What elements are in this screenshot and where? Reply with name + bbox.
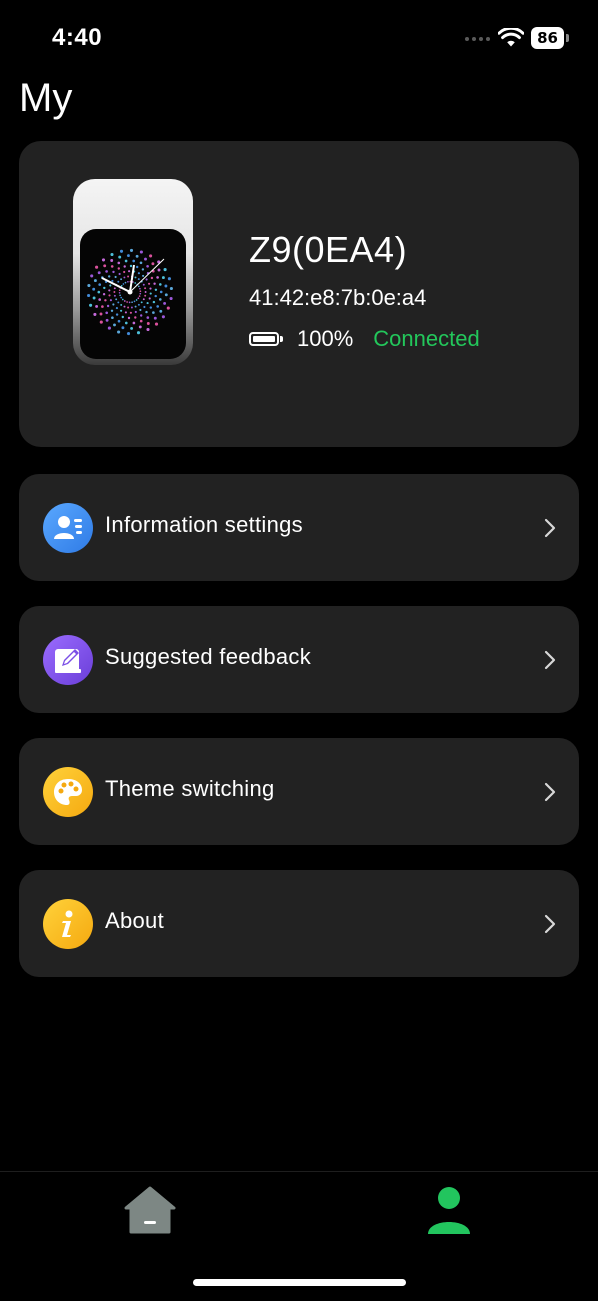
chevron-right-icon	[544, 518, 556, 538]
menu-item-label: Theme switching	[105, 776, 275, 801]
menu-item-label: About	[105, 908, 164, 933]
chevron-right-icon	[544, 650, 556, 670]
page-title: My	[19, 76, 73, 120]
chevron-right-icon	[544, 914, 556, 934]
battery-icon: 86	[531, 27, 569, 49]
wifi-icon	[498, 28, 524, 47]
device-battery-percent: 100%	[297, 326, 354, 351]
device-card[interactable]: Z9(0EA4) 41:42:e8:7b:0e:a4 100% Connecte…	[19, 141, 579, 447]
chevron-right-icon	[544, 782, 556, 802]
user-info-icon	[43, 503, 93, 553]
status-bar: 4:40 86	[0, 0, 598, 72]
device-mac-address: 41:42:e8:7b:0e:a4	[249, 285, 427, 310]
status-time: 4:40	[52, 24, 103, 51]
device-battery-row: 100% Connected	[249, 325, 480, 353]
home-indicator	[193, 1279, 406, 1286]
menu-item-suggested-feedback[interactable]: Suggested feedback	[19, 606, 579, 713]
menu-item-label: Information settings	[105, 512, 303, 537]
menu-item-information-settings[interactable]: Information settings	[19, 474, 579, 581]
profile-icon[interactable]	[424, 1184, 474, 1236]
edit-feedback-icon	[43, 635, 93, 685]
menu-item-about[interactable]: About	[19, 870, 579, 977]
device-name: Z9(0EA4)	[249, 229, 408, 270]
battery-level: 86	[531, 27, 564, 49]
info-icon	[43, 899, 93, 949]
menu-item-label: Suggested feedback	[105, 644, 311, 669]
tab-bar	[0, 1171, 598, 1301]
device-battery-icon	[249, 332, 279, 346]
cellular-signal-icon	[465, 37, 490, 41]
home-icon[interactable]	[122, 1184, 178, 1236]
connection-status: Connected	[373, 326, 480, 351]
menu-item-theme-switching[interactable]: Theme switching	[19, 738, 579, 845]
palette-icon	[43, 767, 93, 817]
watch-image	[73, 179, 193, 365]
watch-face	[87, 248, 173, 336]
